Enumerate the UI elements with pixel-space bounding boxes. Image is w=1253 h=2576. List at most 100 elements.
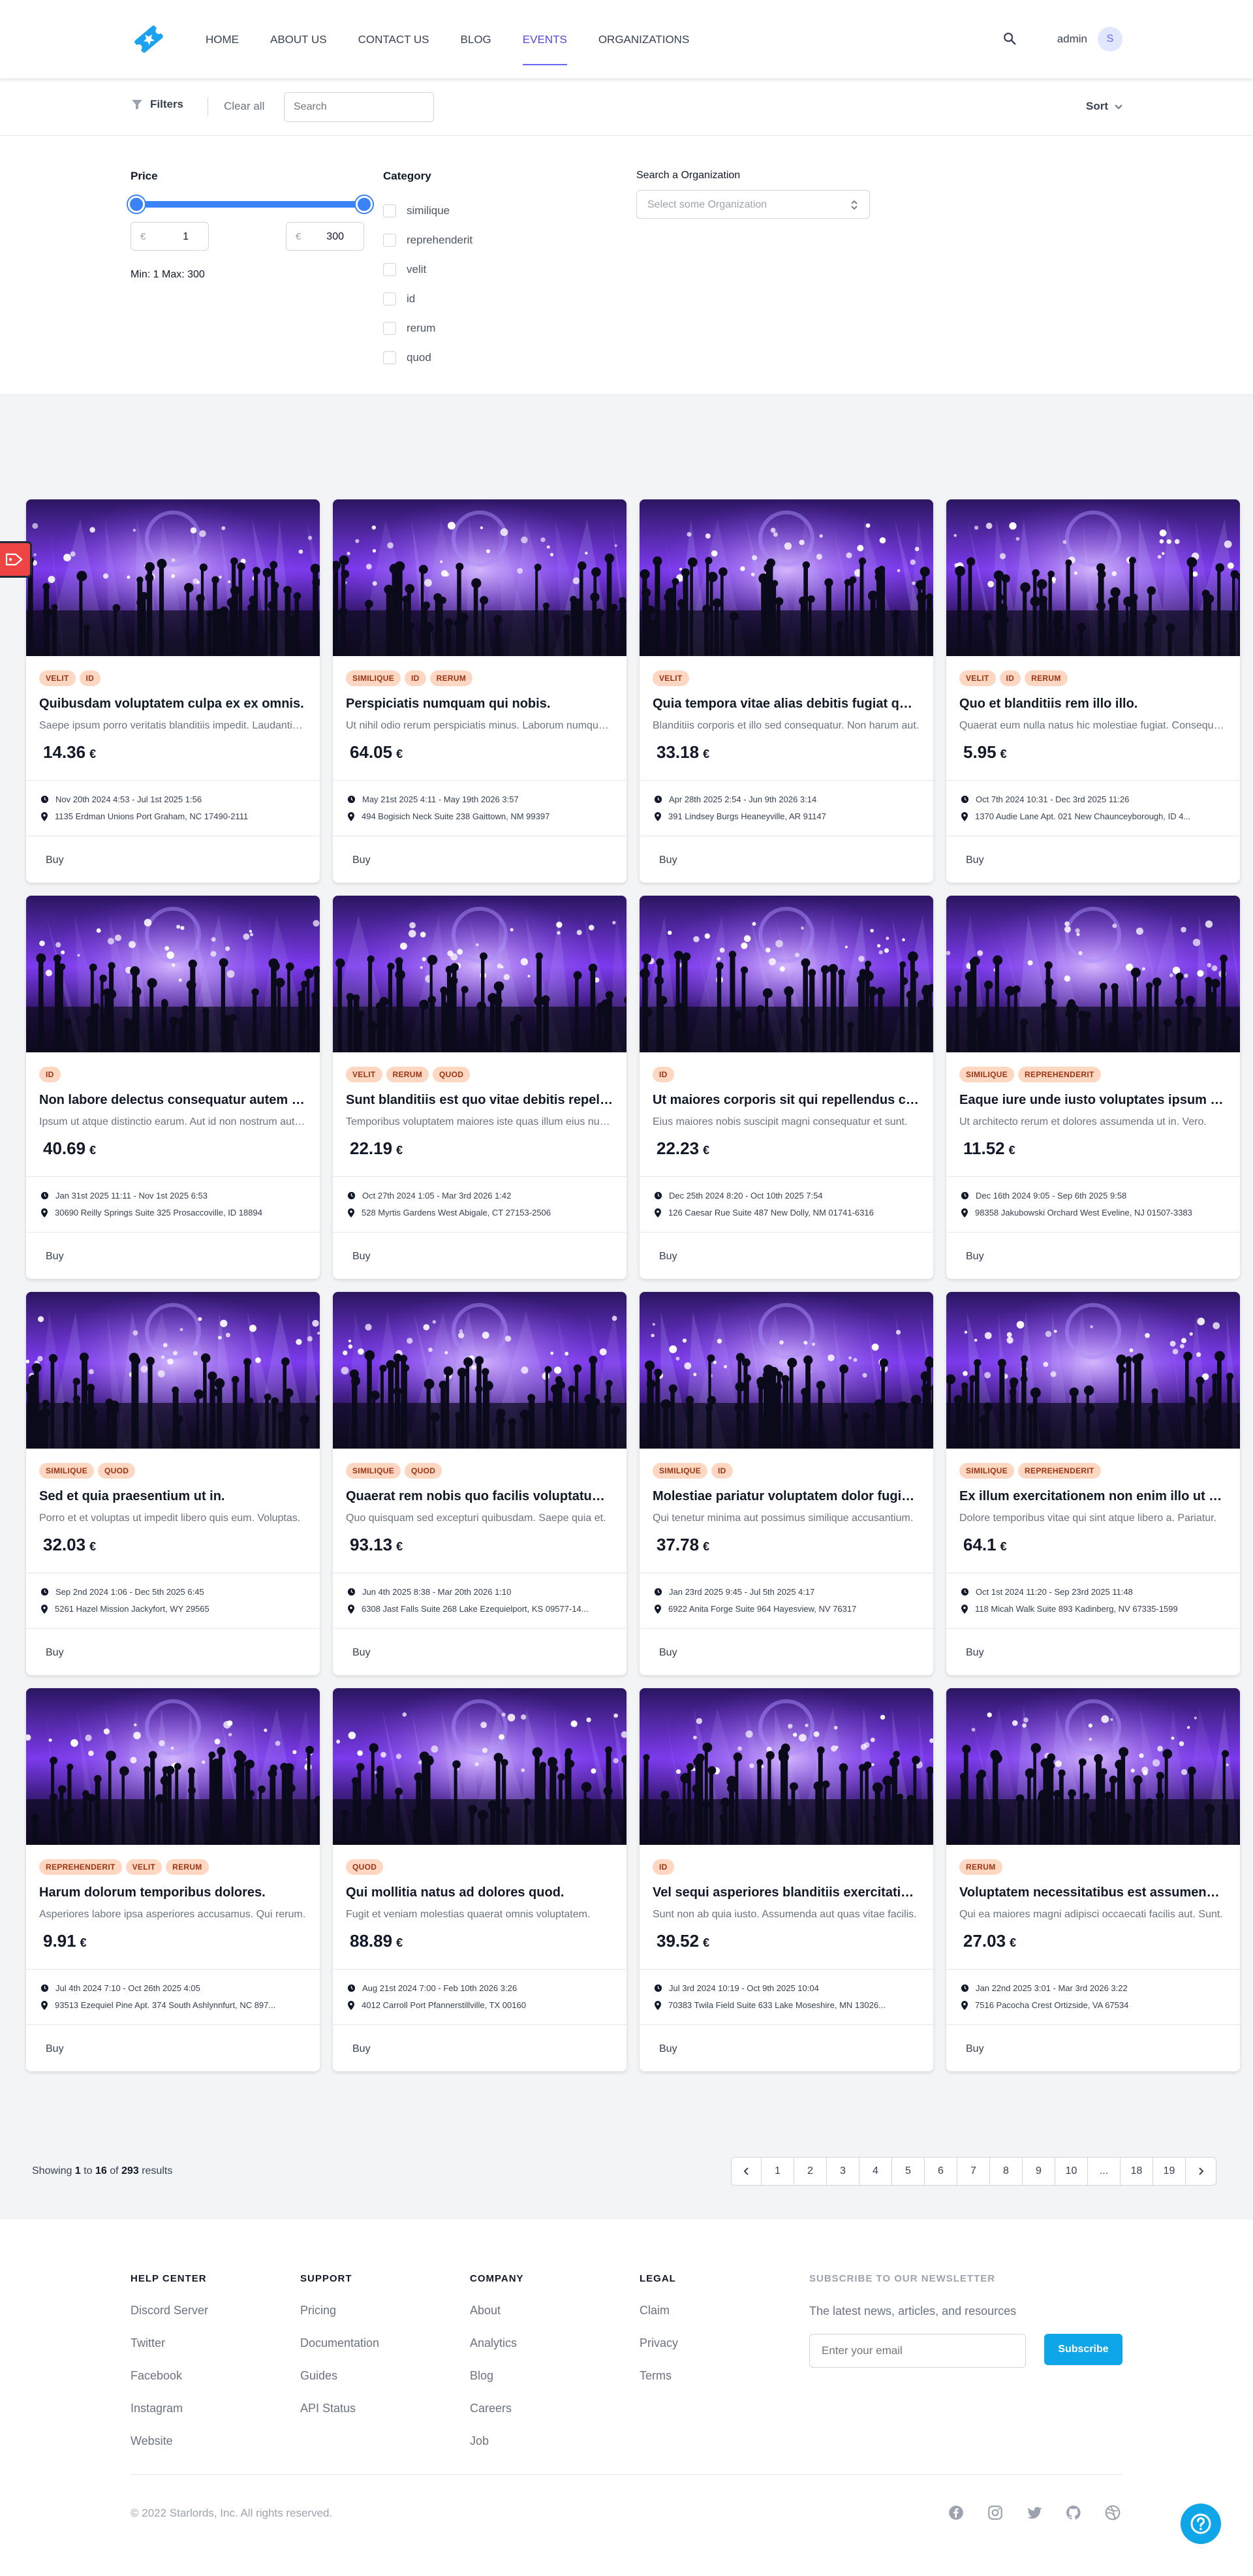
buy-button[interactable]: Buy (966, 1251, 984, 1263)
event-image[interactable] (26, 1688, 320, 1845)
event-card[interactable]: RERUM Voluptatem necessitatibus est assum… (946, 1688, 1240, 2071)
event-card[interactable]: ID Ut maiores corporis sit qui repellendu… (640, 896, 933, 1279)
page-button[interactable]: 10 (1055, 2158, 1088, 2185)
event-title[interactable]: Ex illum exercitationem non enim illo ut… (959, 1489, 1227, 1504)
event-card[interactable]: ID Non labore delectus consequatur autem … (26, 896, 320, 1279)
event-image[interactable] (946, 1292, 1240, 1449)
page-button[interactable]: 7 (957, 2158, 990, 2185)
event-title[interactable]: Sunt blanditiis est quo vitae debitis re… (346, 1093, 613, 1108)
buy-button[interactable]: Buy (966, 1647, 984, 1659)
event-card[interactable]: SIMILIQUE ID Molestiae pariatur voluptatem… (640, 1292, 933, 1675)
footer-link[interactable]: API Status (300, 2402, 379, 2434)
event-card[interactable]: QUOD Qui mollitia natus ad dolores quod. F… (333, 1688, 626, 2071)
footer-link[interactable]: Twitter (131, 2336, 208, 2369)
email-field[interactable] (809, 2334, 1026, 2368)
event-image[interactable] (640, 499, 933, 656)
checkbox[interactable] (383, 351, 396, 364)
event-image[interactable] (26, 1292, 320, 1449)
checkbox[interactable] (383, 321, 396, 335)
buy-button[interactable]: Buy (659, 2043, 677, 2055)
page-button[interactable]: 2 (794, 2158, 827, 2185)
nav-events[interactable]: EVENTS (522, 0, 567, 78)
checkbox[interactable] (383, 292, 396, 306)
pagination-prev[interactable] (732, 2158, 762, 2185)
event-card[interactable]: VELIT ID Quibusdam voluptatem culpa ex ex … (26, 499, 320, 883)
logo[interactable] (131, 21, 167, 57)
buy-button[interactable]: Buy (659, 855, 677, 866)
footer-link[interactable]: Careers (470, 2402, 524, 2434)
event-card[interactable]: VELIT ID RERUM Quo et blanditiis rem illo i… (946, 499, 1240, 883)
buy-button[interactable]: Buy (352, 855, 371, 866)
event-title[interactable]: Quaerat rem nobis quo facilis voluptatum… (346, 1489, 613, 1504)
page-button[interactable]: 8 (990, 2158, 1023, 2185)
event-card[interactable]: SIMILIQUE REPREHENDERIT Ex illum exercitat… (946, 1292, 1240, 1675)
sort-button[interactable]: Sort (1086, 100, 1124, 113)
nav-home[interactable]: HOME (206, 0, 239, 78)
event-card[interactable]: SIMILIQUE REPREHENDERIT Eaque iure unde iu… (946, 896, 1240, 1279)
footer-link[interactable]: Analytics (470, 2336, 524, 2369)
event-image[interactable] (333, 896, 626, 1052)
event-title[interactable]: Ut maiores corporis sit qui repellendus … (653, 1093, 920, 1108)
event-title[interactable]: Quibusdam voluptatem culpa ex ex omnis. (39, 697, 307, 712)
nav-blog[interactable]: BLOG (461, 0, 491, 78)
page-button[interactable]: 3 (827, 2158, 859, 2185)
buy-button[interactable]: Buy (966, 2043, 984, 2055)
footer-link[interactable]: Website (131, 2434, 208, 2467)
event-title[interactable]: Sed et quia praesentium ut in. (39, 1489, 307, 1504)
organization-select[interactable]: Select some Organization (636, 190, 870, 219)
event-image[interactable] (946, 499, 1240, 656)
page-button[interactable]: 6 (925, 2158, 957, 2185)
event-card[interactable]: ID Vel sequi asperiores blanditiis exerci… (640, 1688, 933, 2071)
instagram-icon[interactable] (987, 2504, 1004, 2524)
price-slider-track[interactable] (136, 201, 365, 208)
event-title[interactable]: Non labore delectus consequatur autem qu… (39, 1093, 307, 1108)
pagination-next[interactable] (1186, 2158, 1216, 2185)
event-title[interactable]: Eaque iure unde iusto voluptates ipsum i… (959, 1093, 1227, 1108)
page-button[interactable]: 4 (859, 2158, 892, 2185)
price-min-handle[interactable] (128, 196, 145, 213)
page-button[interactable]: 18 (1121, 2158, 1153, 2185)
event-card[interactable]: SIMILIQUE ID RERUM Perspiciatis numquam qui… (333, 499, 626, 883)
category-option[interactable]: similique (383, 196, 472, 225)
event-title[interactable]: Qui mollitia natus ad dolores quod. (346, 1885, 613, 1900)
footer-link[interactable]: Pricing (300, 2304, 379, 2336)
event-card[interactable]: SIMILIQUE QUOD Sed et quia praesentium ut … (26, 1292, 320, 1675)
event-title[interactable]: Quo et blanditiis rem illo illo. (959, 697, 1227, 712)
twitter-icon[interactable] (1026, 2504, 1043, 2524)
event-title[interactable]: Voluptatem necessitatibus est assumenda … (959, 1885, 1227, 1900)
footer-link[interactable]: Job (470, 2434, 524, 2467)
buy-button[interactable]: Buy (352, 1251, 371, 1263)
buy-button[interactable]: Buy (966, 855, 984, 866)
category-option[interactable]: reprehenderit (383, 225, 472, 255)
user-name[interactable]: admin (1057, 33, 1087, 46)
footer-link[interactable]: Instagram (131, 2402, 208, 2434)
event-image[interactable] (640, 1688, 933, 1845)
category-option[interactable]: id (383, 284, 472, 313)
event-image[interactable] (640, 896, 933, 1052)
checkbox[interactable] (383, 233, 396, 247)
footer-link[interactable]: Guides (300, 2369, 379, 2402)
footer-link[interactable]: Blog (470, 2369, 524, 2402)
category-option[interactable]: velit (383, 255, 472, 284)
event-image[interactable] (333, 499, 626, 656)
buy-button[interactable]: Buy (659, 1647, 677, 1659)
footer-link[interactable]: About (470, 2304, 524, 2336)
avatar[interactable]: S (1098, 27, 1122, 52)
event-image[interactable] (26, 499, 320, 656)
category-option[interactable]: rerum (383, 313, 472, 343)
event-title[interactable]: Molestiae pariatur voluptatem dolor fugi… (653, 1489, 920, 1504)
event-image[interactable] (640, 1292, 933, 1449)
page-button[interactable]: 19 (1153, 2158, 1186, 2185)
event-image[interactable] (946, 896, 1240, 1052)
search-icon[interactable] (1002, 31, 1018, 47)
buy-button[interactable]: Buy (46, 2043, 64, 2055)
clear-all-button[interactable]: Clear all (224, 100, 264, 113)
event-image[interactable] (946, 1688, 1240, 1845)
side-badge[interactable] (0, 543, 30, 576)
event-title[interactable]: Quia tempora vitae alias debitis fugiat … (653, 697, 920, 712)
buy-button[interactable]: Buy (46, 1647, 64, 1659)
page-button[interactable]: 5 (892, 2158, 925, 2185)
event-card[interactable]: SIMILIQUE QUOD Quaerat rem nobis quo facil… (333, 1292, 626, 1675)
footer-link[interactable]: Terms (640, 2369, 678, 2402)
event-title[interactable]: Perspiciatis numquam qui nobis. (346, 697, 613, 712)
